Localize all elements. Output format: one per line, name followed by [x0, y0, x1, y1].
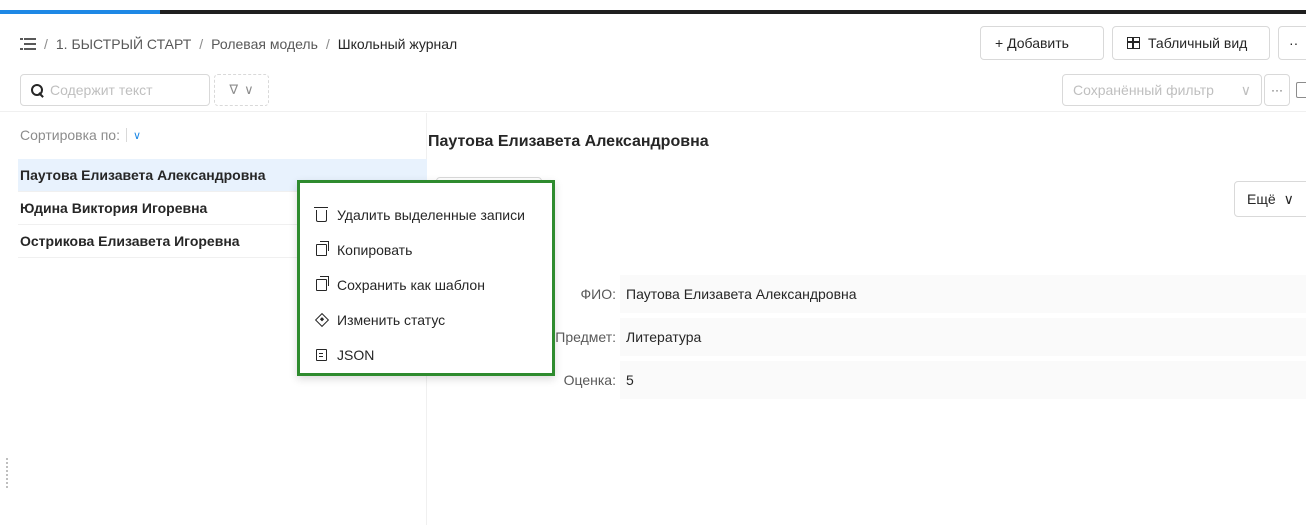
more-actions-label: ·· — [1289, 35, 1299, 51]
saved-filter-placeholder: Сохранённый фильтр — [1073, 82, 1214, 98]
breadcrumb-separator: / — [44, 36, 48, 52]
copy-icon — [316, 240, 329, 256]
document-icon[interactable] — [1296, 82, 1306, 98]
field-value: 5 — [620, 361, 1306, 399]
chevron-down-icon: ∨ — [244, 82, 254, 97]
field-value: Литература — [620, 318, 1306, 356]
table-view-button[interactable]: Табличный вид — [1112, 26, 1270, 60]
resize-handle[interactable] — [6, 458, 8, 488]
breadcrumb-separator: / — [325, 36, 330, 52]
menu-item-label: Копировать — [337, 241, 413, 258]
search-input[interactable]: Содержит текст — [20, 74, 210, 106]
status-icon — [314, 312, 330, 327]
menu-item-delete-selected[interactable]: Удалить выделенные записи — [300, 197, 552, 232]
saved-filter-select[interactable]: Сохранённый фильтр ∨ — [1062, 74, 1262, 106]
chevron-down-icon: ∨ — [1283, 190, 1294, 207]
chevron-down-icon: ∨ — [1240, 81, 1251, 98]
menu-item-json[interactable]: JSON — [300, 337, 552, 372]
filter-bar: Содержит текст ∇ ∨ Сохранённый фильтр ∨ … — [0, 72, 1306, 112]
sort-control[interactable]: Сортировка по: ∨ — [20, 127, 141, 143]
breadcrumb-item-role-model[interactable]: Ролевая модель — [211, 36, 318, 52]
more-button-label: Ещё — [1247, 191, 1276, 207]
menu-item-copy[interactable]: Копировать — [300, 232, 552, 267]
menu-item-label: JSON — [337, 346, 375, 363]
field-grade: Оценка: 5 — [428, 361, 1306, 399]
more-actions-button[interactable]: ·· — [1278, 26, 1306, 60]
filter-more-button[interactable]: ··· — [1264, 74, 1290, 106]
context-menu: Удалить выделенные записи Копировать Сох… — [297, 180, 555, 376]
add-button-label: + Добавить — [995, 35, 1069, 51]
copy-icon — [316, 275, 329, 291]
menu-item-label: Изменить статус — [337, 311, 446, 328]
chevron-down-icon[interactable]: ∨ — [133, 129, 141, 142]
menu-item-save-as-template[interactable]: Сохранить как шаблон — [300, 267, 552, 302]
divider — [125, 128, 127, 142]
field-value: Паутова Елизавета Александровна — [620, 275, 1306, 313]
add-button[interactable]: + Добавить — [980, 26, 1104, 60]
menu-toggle-icon[interactable] — [20, 37, 36, 51]
table-icon — [1127, 37, 1140, 49]
menu-item-change-status[interactable]: Изменить статус — [300, 302, 552, 337]
ellipsis-icon: ··· — [1271, 83, 1283, 97]
menu-item-label: Удалить выделенные записи — [337, 206, 525, 223]
table-view-label: Табличный вид — [1148, 35, 1248, 51]
record-title: Паутова Елизавета Александровна — [428, 133, 709, 150]
filter-button[interactable]: ∇ ∨ — [214, 74, 269, 106]
breadcrumb: / 1. БЫСТРЫЙ СТАРТ / Ролевая модель / Шк… — [20, 36, 457, 52]
header: / 1. БЫСТРЫЙ СТАРТ / Ролевая модель / Шк… — [0, 26, 1306, 66]
record-detail-panel: Паутова Елизавета Александровна Ещё ∨ ФИ… — [428, 113, 1306, 525]
menu-item-label: Сохранить как шаблон — [337, 276, 485, 293]
breadcrumb-separator: / — [199, 36, 204, 52]
filter-icon: ∇ — [229, 82, 239, 97]
field-subject: Предмет: Литература — [428, 318, 1306, 356]
trash-icon — [314, 206, 328, 222]
breadcrumb-item-school-journal: Школьный журнал — [337, 36, 458, 52]
top-progress-bar — [0, 0, 1306, 14]
json-file-icon — [316, 348, 327, 361]
sort-label: Сортировка по: — [20, 127, 120, 143]
breadcrumb-item-quick-start[interactable]: 1. БЫСТРЫЙ СТАРТ — [56, 36, 191, 52]
search-placeholder: Содержит текст — [50, 82, 153, 98]
search-icon — [31, 83, 44, 97]
more-button[interactable]: Ещё ∨ — [1234, 181, 1306, 217]
field-fio: ФИО: Паутова Елизавета Александровна — [428, 275, 1306, 313]
